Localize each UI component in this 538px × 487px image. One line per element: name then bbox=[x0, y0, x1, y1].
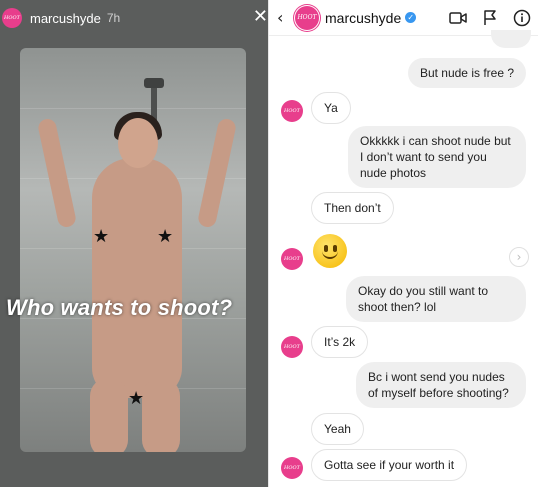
story-timestamp: 7h bbox=[106, 11, 121, 25]
message-incoming: Yeah bbox=[311, 413, 364, 445]
flag-icon[interactable] bbox=[481, 9, 499, 27]
message-avatar: HOOT bbox=[281, 336, 303, 358]
story-caption: Who wants to shoot? bbox=[6, 295, 233, 320]
shower-head bbox=[144, 78, 164, 88]
story-photo: ★ ★ ★ bbox=[20, 48, 246, 452]
back-icon[interactable]: ‹ bbox=[277, 8, 287, 27]
story-panel: HOOT marcushyde 7h ✕ ★ ★ ★ Who wants to … bbox=[0, 0, 268, 487]
figure-head bbox=[118, 118, 158, 168]
dm-username[interactable]: marcushyde bbox=[325, 10, 401, 26]
share-icon[interactable]: › bbox=[509, 247, 529, 267]
story-avatar[interactable]: HOOT bbox=[2, 8, 22, 28]
figure-body bbox=[92, 158, 182, 398]
smiley-emoji bbox=[313, 234, 347, 268]
message-avatar: HOOT bbox=[281, 248, 303, 270]
story-username[interactable]: marcushyde bbox=[30, 11, 101, 26]
message-avatar: HOOT bbox=[281, 457, 303, 479]
message-incoming: Gotta see if your worth it bbox=[311, 449, 468, 481]
censor-star-icon: ★ bbox=[93, 226, 110, 247]
figure-leg-right bbox=[142, 378, 180, 452]
figure-arm-right bbox=[196, 117, 238, 229]
message-incoming: Then don’t bbox=[311, 192, 394, 224]
header-actions bbox=[449, 9, 531, 27]
censor-star-icon: ★ bbox=[157, 226, 174, 247]
dm-avatar[interactable]: HOOT bbox=[295, 5, 319, 30]
message-outgoing: Bc i wont send you nudes of myself befor… bbox=[356, 362, 526, 408]
figure-leg-left bbox=[90, 378, 128, 452]
close-icon[interactable]: ✕ bbox=[253, 6, 268, 27]
verified-icon: ✓ bbox=[405, 12, 417, 23]
info-icon[interactable] bbox=[513, 9, 531, 27]
message-incoming: Ya bbox=[311, 92, 351, 124]
message-outgoing: Okay do you still want to shoot then? lo… bbox=[346, 276, 526, 322]
message-avatar: HOOT bbox=[281, 100, 303, 122]
message-outgoing: But nude is free ? bbox=[407, 58, 526, 88]
dm-panel: ‹ HOOT marcushyde ✓ But nude is free ? H… bbox=[268, 0, 538, 487]
story-header: HOOT marcushyde 7h ✕ bbox=[0, 0, 268, 36]
video-call-icon[interactable] bbox=[449, 9, 467, 27]
censor-star-icon: ★ bbox=[128, 388, 145, 409]
message-incoming: It’s 2k bbox=[311, 326, 369, 358]
figure-arm-left bbox=[36, 117, 78, 229]
previous-message-stub bbox=[491, 30, 531, 48]
message-outgoing: Okkkkk i can shoot nude but I don’t want… bbox=[348, 126, 526, 188]
